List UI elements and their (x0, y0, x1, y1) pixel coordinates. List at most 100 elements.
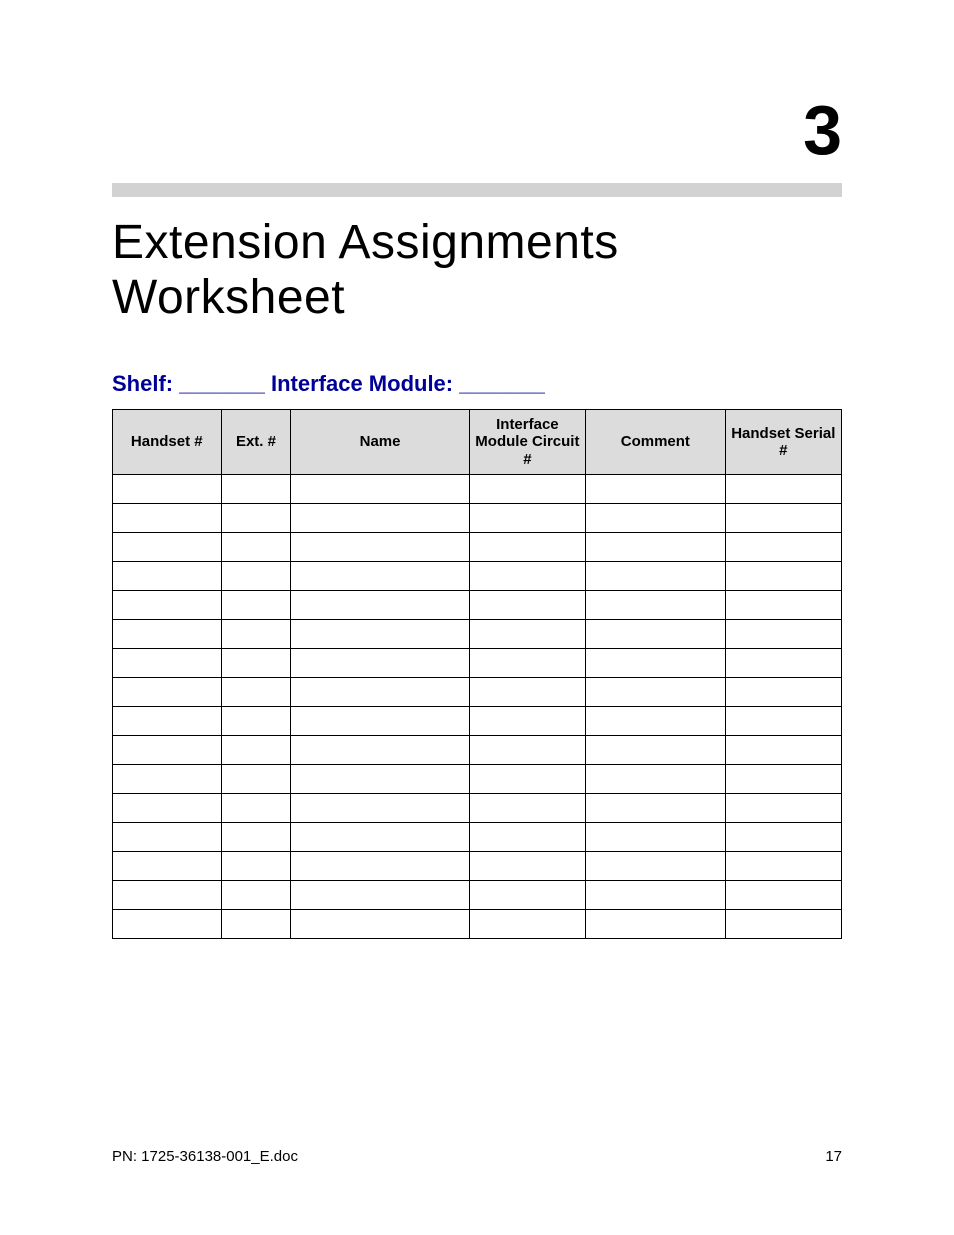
col-header-ext-num: Ext. # (221, 410, 291, 475)
table-cell (291, 822, 469, 851)
table-row (113, 909, 842, 938)
footer-page-number: 17 (825, 1148, 842, 1165)
table-cell (291, 532, 469, 561)
table-cell (291, 735, 469, 764)
table-cell (586, 619, 726, 648)
table-cell (291, 590, 469, 619)
table-cell (725, 561, 841, 590)
table-row (113, 706, 842, 735)
table-cell (291, 677, 469, 706)
table-row (113, 561, 842, 590)
shelf-interface-subheading: Shelf: _______ Interface Module: _______ (112, 371, 842, 397)
table-cell (586, 764, 726, 793)
table-cell (113, 677, 222, 706)
table-cell (725, 706, 841, 735)
table-cell (469, 880, 585, 909)
col-header-comment: Comment (586, 410, 726, 475)
table-cell (586, 561, 726, 590)
page-container: 3 Extension Assignments Worksheet Shelf:… (0, 0, 954, 1235)
table-cell (291, 880, 469, 909)
table-cell (586, 532, 726, 561)
table-cell (469, 561, 585, 590)
table-cell (113, 764, 222, 793)
table-row (113, 474, 842, 503)
table-cell (469, 677, 585, 706)
table-row (113, 764, 842, 793)
table-cell (725, 793, 841, 822)
table-cell (113, 880, 222, 909)
table-cell (291, 706, 469, 735)
table-row (113, 822, 842, 851)
table-cell (586, 648, 726, 677)
col-header-circuit-num: Interface Module Circuit # (469, 410, 585, 475)
table-cell (113, 590, 222, 619)
table-cell (221, 909, 291, 938)
table-cell (113, 822, 222, 851)
table-cell (586, 909, 726, 938)
table-cell (725, 474, 841, 503)
table-cell (469, 909, 585, 938)
table-row (113, 851, 842, 880)
page-title: Extension Assignments Worksheet (112, 215, 842, 325)
table-cell (725, 532, 841, 561)
table-row (113, 793, 842, 822)
table-cell (725, 851, 841, 880)
table-cell (291, 619, 469, 648)
table-cell (725, 880, 841, 909)
table-cell (725, 503, 841, 532)
table-row (113, 880, 842, 909)
table-cell (586, 503, 726, 532)
table-row (113, 503, 842, 532)
table-cell (469, 503, 585, 532)
col-header-serial-num: Handset Serial # (725, 410, 841, 475)
table-cell (725, 822, 841, 851)
horizontal-rule (112, 183, 842, 197)
table-cell (469, 706, 585, 735)
table-cell (113, 474, 222, 503)
table-cell (113, 851, 222, 880)
col-header-name: Name (291, 410, 469, 475)
table-cell (586, 735, 726, 764)
table-cell (291, 503, 469, 532)
table-cell (113, 503, 222, 532)
table-cell (221, 677, 291, 706)
table-cell (469, 822, 585, 851)
page-footer: PN: 1725-36138-001_E.doc 17 (112, 1148, 842, 1165)
chapter-number: 3 (112, 95, 842, 165)
table-cell (725, 909, 841, 938)
table-row (113, 735, 842, 764)
table-row (113, 648, 842, 677)
table-cell (469, 590, 585, 619)
table-cell (586, 880, 726, 909)
table-cell (725, 764, 841, 793)
col-header-handset-num: Handset # (113, 410, 222, 475)
table-cell (221, 793, 291, 822)
table-cell (221, 880, 291, 909)
table-cell (113, 619, 222, 648)
table-cell (469, 532, 585, 561)
table-cell (221, 648, 291, 677)
table-cell (469, 764, 585, 793)
table-cell (221, 474, 291, 503)
table-cell (725, 735, 841, 764)
table-cell (221, 590, 291, 619)
table-cell (291, 648, 469, 677)
table-row (113, 532, 842, 561)
table-cell (586, 822, 726, 851)
table-cell (469, 648, 585, 677)
table-cell (586, 677, 726, 706)
table-cell (586, 706, 726, 735)
table-cell (291, 764, 469, 793)
table-cell (113, 706, 222, 735)
table-cell (291, 793, 469, 822)
table-cell (469, 735, 585, 764)
table-cell (221, 822, 291, 851)
table-cell (586, 474, 726, 503)
table-cell (725, 648, 841, 677)
table-cell (469, 851, 585, 880)
table-cell (291, 474, 469, 503)
table-row (113, 677, 842, 706)
table-cell (469, 793, 585, 822)
table-cell (291, 851, 469, 880)
table-cell (469, 619, 585, 648)
